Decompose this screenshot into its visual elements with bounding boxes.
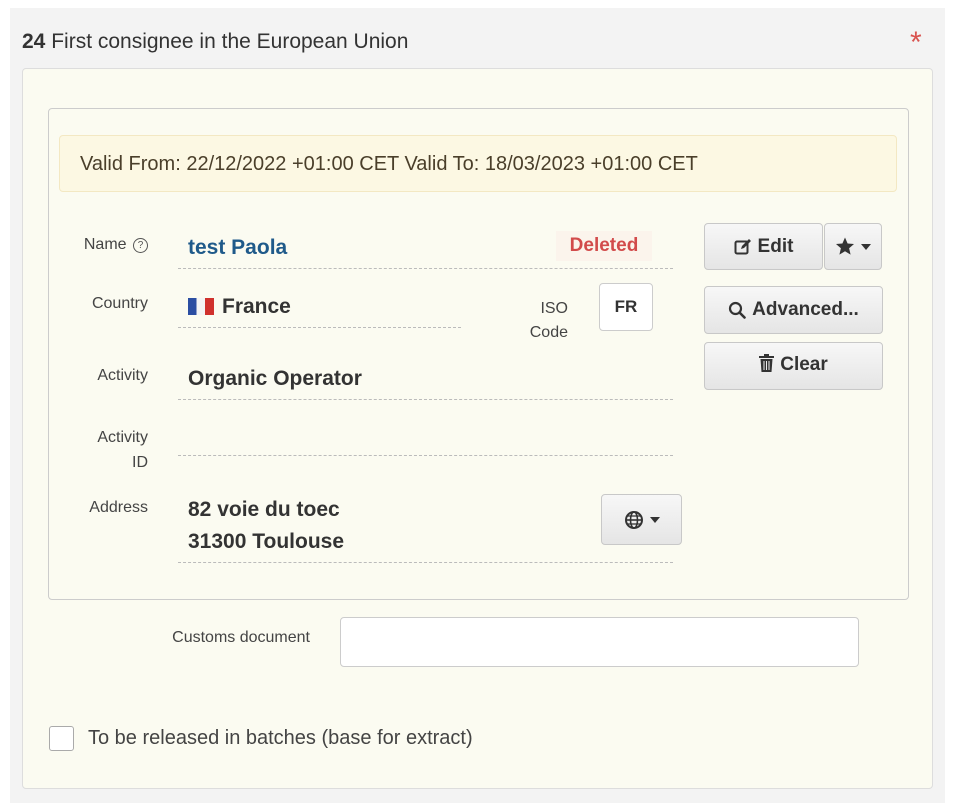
name-label-text: Name bbox=[83, 236, 127, 253]
activity-id-label: Activity ID bbox=[38, 425, 148, 475]
country-underline bbox=[178, 327, 461, 328]
name-underline bbox=[178, 268, 673, 269]
batches-checkbox[interactable] bbox=[49, 726, 74, 751]
clear-button[interactable]: Clear bbox=[704, 342, 883, 390]
name-value[interactable]: test Paola bbox=[188, 236, 287, 260]
activity-id-underline bbox=[178, 455, 673, 456]
iso-label-line2: Code bbox=[529, 324, 568, 341]
star-icon bbox=[836, 237, 854, 255]
advanced-search-button[interactable]: Advanced... bbox=[704, 286, 883, 334]
section-title: 24 First consignee in the European Union bbox=[22, 30, 408, 54]
search-icon bbox=[729, 301, 746, 319]
globe-icon bbox=[624, 510, 643, 529]
section-number: 24 bbox=[22, 30, 46, 53]
validity-info: Valid From: 22/12/2022 +01:00 CET Valid … bbox=[59, 135, 897, 192]
name-label: Name ? bbox=[38, 236, 148, 254]
country-value[interactable]: France bbox=[188, 295, 291, 319]
section-title-text: First consignee in the European Union bbox=[51, 30, 409, 53]
edit-button[interactable]: Edit bbox=[704, 223, 823, 270]
iso-code-value: FR bbox=[599, 283, 653, 331]
france-flag-icon bbox=[188, 298, 214, 315]
edit-icon bbox=[734, 238, 751, 254]
country-value-text: France bbox=[222, 295, 291, 318]
trash-icon bbox=[759, 354, 775, 372]
activity-value[interactable]: Organic Operator bbox=[188, 367, 362, 391]
deleted-status-badge: Deleted bbox=[556, 231, 652, 261]
favorites-dropdown-button[interactable] bbox=[824, 223, 882, 270]
iso-label-line1: ISO bbox=[540, 300, 568, 317]
clear-button-label: Clear bbox=[780, 354, 828, 375]
edit-button-label: Edit bbox=[757, 235, 794, 257]
help-circle-icon[interactable]: ? bbox=[133, 238, 148, 253]
country-label: Country bbox=[91, 295, 148, 312]
caret-down-icon bbox=[649, 516, 660, 523]
caret-down-icon bbox=[861, 243, 871, 250]
activity-id-label-line1: Activity bbox=[97, 429, 148, 446]
customs-document-input[interactable] bbox=[340, 617, 859, 667]
address-line1[interactable]: 82 voie du toec bbox=[188, 498, 340, 522]
address-line2[interactable]: 31300 Toulouse bbox=[188, 530, 344, 554]
address-underline bbox=[178, 562, 673, 563]
activity-label: Activity bbox=[97, 367, 148, 384]
customs-document-label: Customs document bbox=[172, 629, 310, 646]
iso-code-label: ISO Code bbox=[458, 297, 568, 345]
activity-id-label-line2: ID bbox=[132, 454, 148, 471]
required-asterisk: * bbox=[910, 26, 922, 59]
activity-underline bbox=[178, 399, 673, 400]
address-label: Address bbox=[89, 499, 148, 516]
advanced-button-label: Advanced... bbox=[752, 299, 859, 320]
address-globe-dropdown-button[interactable] bbox=[601, 494, 682, 545]
batches-checkbox-label[interactable]: To be released in batches (base for extr… bbox=[88, 727, 473, 750]
